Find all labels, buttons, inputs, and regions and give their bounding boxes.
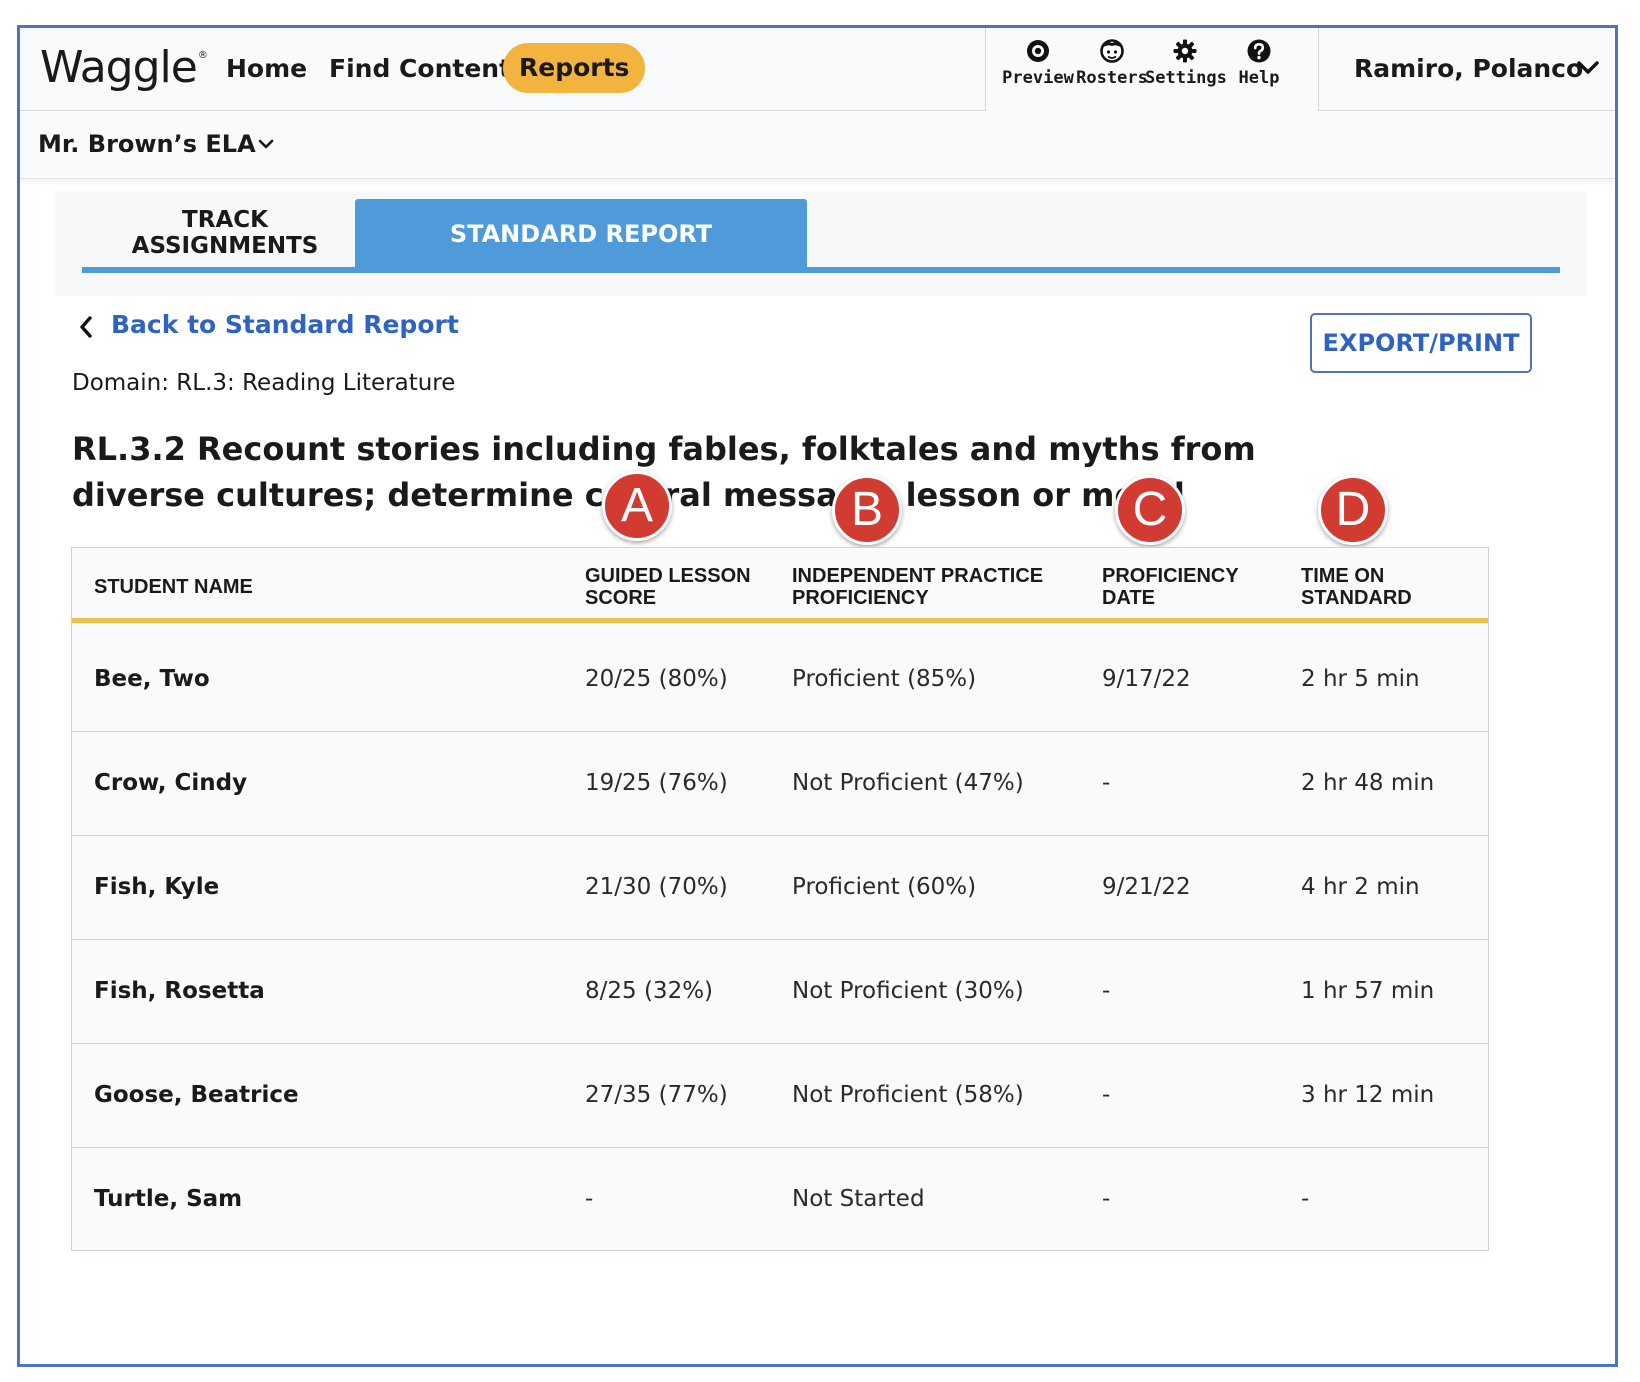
time-on-standard-cell: 2 hr 5 min xyxy=(1301,666,1420,692)
independent-proficiency-cell: Not Proficient (47%) xyxy=(792,770,1024,796)
table-row[interactable]: Turtle, Sam - Not Started - - xyxy=(72,1148,1488,1252)
proficiency-date-cell: 9/17/22 xyxy=(1102,666,1191,692)
table-row[interactable]: Bee, Two 20/25 (80%) Proficient (85%) 9/… xyxy=(72,628,1488,732)
settings-button[interactable]: Settings xyxy=(1145,38,1227,88)
callout-marker-b: B xyxy=(832,475,902,545)
proficiency-date-cell: - xyxy=(1102,1082,1111,1108)
time-on-standard-cell: 4 hr 2 min xyxy=(1301,874,1420,900)
tab-track-label-line2: ASSIGNMENTS xyxy=(131,233,319,259)
header-time-line2: STANDARD xyxy=(1301,587,1412,609)
nav-home-link[interactable]: Home xyxy=(226,54,307,83)
face-icon xyxy=(1100,39,1124,63)
time-on-standard-cell: - xyxy=(1301,1186,1310,1212)
help-label: Help xyxy=(1238,68,1280,88)
time-on-standard-cell: 1 hr 57 min xyxy=(1301,978,1435,1004)
waggle-logo[interactable]: Waggle® xyxy=(40,42,208,93)
header-guided-line1: GUIDED LESSON xyxy=(585,565,751,587)
header-date-line2: DATE xyxy=(1102,587,1155,609)
settings-label: Settings xyxy=(1145,68,1227,88)
header-time-line1: TIME ON xyxy=(1301,565,1385,587)
app-frame: Waggle® Home Find Content Reports Previe… xyxy=(17,25,1618,1367)
header-student-name[interactable]: STUDENT NAME xyxy=(94,576,253,598)
export-print-button[interactable]: EXPORT/PRINT xyxy=(1310,313,1532,373)
chevron-down-icon[interactable] xyxy=(258,139,274,150)
header-date-line1: PROFICIENCY xyxy=(1102,565,1239,587)
tab-underline xyxy=(82,267,1560,273)
proficiency-date-cell: - xyxy=(1102,1186,1111,1212)
callout-marker-c: C xyxy=(1115,475,1185,545)
rosters-label: Rosters xyxy=(1076,68,1148,88)
user-menu-name[interactable]: Ramiro, Polanco xyxy=(1354,54,1583,83)
independent-proficiency-cell: Not Proficient (58%) xyxy=(792,1082,1024,1108)
time-on-standard-cell: 2 hr 48 min xyxy=(1301,770,1435,796)
tab-standard-report[interactable]: STANDARD REPORT xyxy=(355,199,807,269)
header-proficiency-date[interactable]: PROFICIENCY DATE xyxy=(1102,565,1262,609)
student-name-cell[interactable]: Turtle, Sam xyxy=(94,1186,242,1212)
header-indep-line2: PROFICIENCY xyxy=(792,587,929,609)
chevron-left-icon[interactable] xyxy=(78,315,94,339)
report-tabs: TRACK ASSIGNMENTS STANDARD REPORT xyxy=(55,191,1587,296)
class-selector-bar: Mr. Brown’s ELA xyxy=(20,112,1615,179)
header-time-on-standard[interactable]: TIME ON STANDARD xyxy=(1301,565,1461,609)
tab-track-label-line1: TRACK xyxy=(182,207,268,233)
callout-marker-d: D xyxy=(1318,475,1388,545)
proficiency-date-cell: - xyxy=(1102,978,1111,1004)
independent-proficiency-cell: Not Proficient (30%) xyxy=(792,978,1024,1004)
nav-reports-link[interactable]: Reports xyxy=(503,43,646,93)
table-row[interactable]: Fish, Rosetta 8/25 (32%) Not Proficient … xyxy=(72,940,1488,1044)
gear-icon xyxy=(1173,39,1197,63)
header-guided-line2: SCORE xyxy=(585,587,657,609)
time-on-standard-cell: 3 hr 12 min xyxy=(1301,1082,1435,1108)
back-to-standard-report-link[interactable]: Back to Standard Report xyxy=(111,310,459,339)
student-name-cell[interactable]: Fish, Rosetta xyxy=(94,978,265,1004)
rosters-button[interactable]: Rosters xyxy=(1072,38,1152,88)
table-row[interactable]: Goose, Beatrice 27/35 (77%) Not Proficie… xyxy=(72,1044,1488,1148)
class-selector[interactable]: Mr. Brown’s ELA xyxy=(38,130,256,158)
guided-score-cell: 20/25 (80%) xyxy=(585,666,728,692)
student-name-cell[interactable]: Fish, Kyle xyxy=(94,874,219,900)
header-indep-line1: INDEPENDENT PRACTICE xyxy=(792,565,1044,587)
student-name-cell[interactable]: Bee, Two xyxy=(94,666,210,692)
nav-find-content-link[interactable]: Find Content xyxy=(329,54,511,83)
table-row[interactable]: Crow, Cindy 19/25 (76%) Not Proficient (… xyxy=(72,732,1488,836)
student-report-table: STUDENT NAME GUIDED LESSON SCORE INDEPEN… xyxy=(71,547,1489,1251)
student-name-cell[interactable]: Goose, Beatrice xyxy=(94,1082,299,1108)
guided-score-cell: - xyxy=(585,1186,594,1212)
callout-marker-a: A xyxy=(602,471,672,541)
guided-score-cell: 8/25 (32%) xyxy=(585,978,714,1004)
tool-bar: Preview Rosters Settings Help xyxy=(985,28,1319,111)
header-guided-lesson-score[interactable]: GUIDED LESSON SCORE xyxy=(585,565,775,609)
table-header: STUDENT NAME GUIDED LESSON SCORE INDEPEN… xyxy=(72,548,1488,623)
table-row[interactable]: Fish, Kyle 21/30 (70%) Proficient (60%) … xyxy=(72,836,1488,940)
preview-button[interactable]: Preview xyxy=(998,38,1078,88)
tab-track-assignments[interactable]: TRACK ASSIGNMENTS xyxy=(110,207,340,259)
independent-proficiency-cell: Proficient (85%) xyxy=(792,666,977,692)
guided-score-cell: 21/30 (70%) xyxy=(585,874,728,900)
header-independent-practice[interactable]: INDEPENDENT PRACTICE PROFICIENCY xyxy=(792,565,1072,609)
domain-label: Domain: RL.3: Reading Literature xyxy=(72,370,456,396)
question-icon xyxy=(1247,39,1271,63)
independent-proficiency-cell: Proficient (60%) xyxy=(792,874,977,900)
student-name-cell[interactable]: Crow, Cindy xyxy=(94,770,247,796)
guided-score-cell: 19/25 (76%) xyxy=(585,770,728,796)
top-nav-bar: Waggle® Home Find Content Reports Previe… xyxy=(20,28,1615,111)
eye-icon xyxy=(1027,40,1049,62)
guided-score-cell: 27/35 (77%) xyxy=(585,1082,728,1108)
chevron-down-icon[interactable] xyxy=(1576,60,1600,76)
proficiency-date-cell: 9/21/22 xyxy=(1102,874,1191,900)
independent-proficiency-cell: Not Started xyxy=(792,1186,925,1212)
help-button[interactable]: Help xyxy=(1219,38,1299,88)
preview-label: Preview xyxy=(1002,68,1074,88)
proficiency-date-cell: - xyxy=(1102,770,1111,796)
